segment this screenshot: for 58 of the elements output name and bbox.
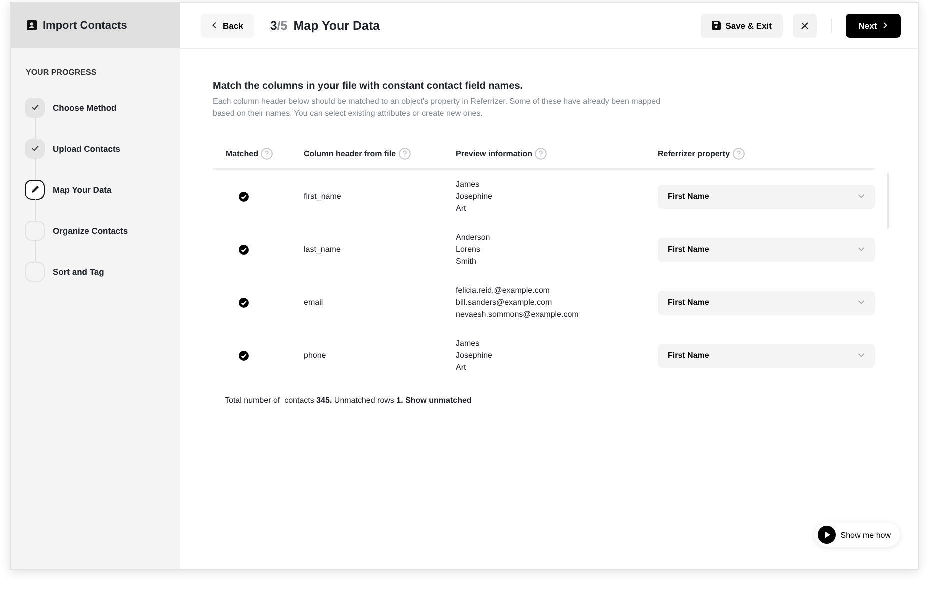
step-label[interactable]: Choose Method — [53, 102, 117, 112]
preview-value: James — [456, 338, 481, 350]
table-cell: first_name — [304, 192, 342, 201]
show-me-how-button[interactable]: Show me how — [814, 523, 900, 547]
preview-value: Anderson — [456, 232, 492, 244]
close-icon — [801, 22, 809, 30]
chevron-right-icon — [883, 22, 888, 29]
property-dropdown[interactable]: First Name — [658, 344, 875, 368]
column-header: Referrizer property — [658, 150, 730, 158]
preview-value: Lorens — [456, 244, 482, 256]
preview-value: bill.sanders@example.com — [456, 296, 554, 308]
show-unmatched-link[interactable]: Show unmatched — [406, 396, 472, 405]
chevron-down-icon — [858, 194, 865, 199]
column-header: Column header from file — [304, 150, 396, 158]
chevron-down-icon — [858, 247, 865, 252]
sidebar-title: Import Contacts — [43, 20, 128, 32]
preview-value: nevaesh.sommons@example.com — [456, 308, 580, 320]
page-title: Map Your Data — [294, 18, 380, 32]
preview-value: James — [456, 178, 481, 190]
table-cell: last_name — [304, 245, 341, 254]
help-icon — [733, 148, 746, 160]
help-icon — [535, 148, 548, 160]
chevron-left-icon — [212, 22, 217, 29]
summary-text: Total number of contacts 345. Unmatched rows 1. — [225, 396, 404, 405]
column-header: Matched — [226, 150, 258, 158]
preview-value: Art — [456, 362, 468, 374]
preview-value: Josephine — [456, 190, 494, 202]
preview-value: felicia.reid.@example.com — [456, 284, 551, 296]
check-icon — [30, 144, 40, 153]
check-icon — [30, 103, 40, 112]
chevron-down-icon — [858, 353, 865, 358]
close-button[interactable] — [793, 14, 817, 38]
save-exit-button[interactable]: Save & Exit — [700, 14, 783, 38]
step-label[interactable]: Organize Contacts — [53, 226, 128, 236]
pencil-icon — [30, 185, 40, 194]
contact-card-icon — [27, 20, 37, 31]
back-button[interactable]: Back — [201, 14, 254, 38]
preview-value: Josephine — [456, 350, 494, 362]
property-dropdown[interactable]: First Name — [658, 238, 875, 262]
table-cell: phone — [304, 351, 326, 360]
instructions-text: Each column header below should be matched to an object's property in Referrizer. Some of these have already been mapped based on their names. You can select existing attributes or create new ones. — [213, 96, 662, 120]
next-button[interactable]: Next — [846, 14, 901, 38]
progress-label: YOUR PROGRESS — [26, 68, 98, 77]
step-label[interactable]: Sort and Tag — [53, 266, 104, 276]
property-dropdown[interactable]: First Name — [658, 290, 875, 314]
table-cell: email — [304, 298, 324, 307]
property-dropdown[interactable]: First Name — [658, 184, 875, 208]
step-counter: 3/5 — [270, 18, 288, 32]
preview-value: Art — [456, 202, 468, 214]
help-icon — [399, 148, 412, 160]
column-header: Preview information — [456, 150, 532, 158]
step-label[interactable]: Map Your Data — [53, 184, 112, 194]
instructions-heading: Match the columns in your file with constant contact field names. — [213, 81, 524, 92]
preview-value: Smith — [456, 256, 478, 268]
help-icon — [261, 148, 274, 160]
step-label[interactable]: Upload Contacts — [53, 144, 121, 154]
play-icon — [818, 526, 836, 544]
chevron-down-icon — [858, 300, 865, 305]
